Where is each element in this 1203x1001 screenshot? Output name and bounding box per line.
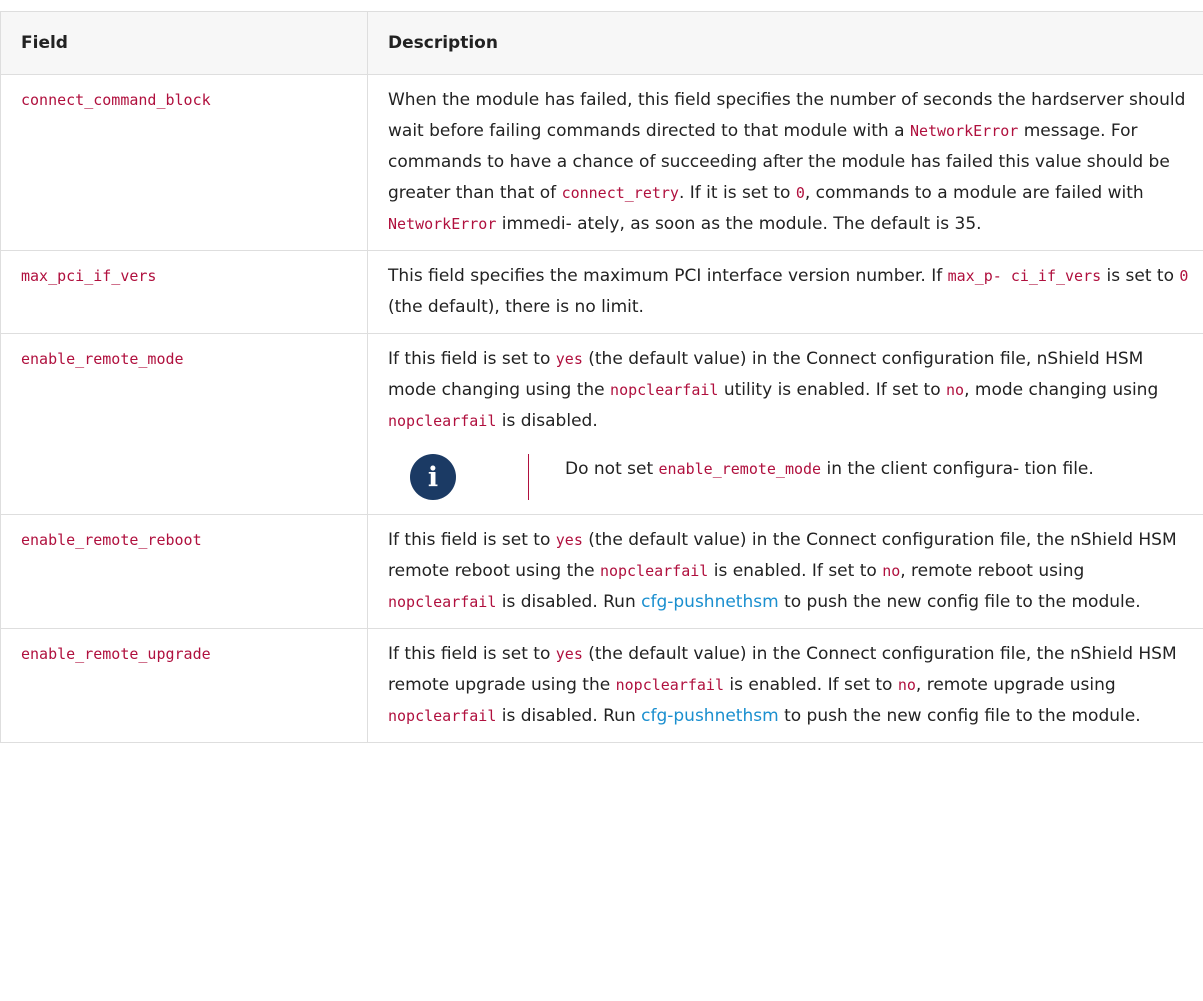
admonition-divider — [528, 454, 529, 500]
inline-code: nopclearfail — [388, 593, 497, 611]
desc-text: (the default), there is no limit. — [388, 297, 644, 317]
field-name-cell: enable_remote_reboot — [0, 514, 368, 629]
description-cell: When the module has failed, this field s… — [367, 74, 1203, 251]
inline-code: connect_retry — [561, 184, 679, 202]
table-row: enable_remote_mode If this field is set … — [0, 333, 1203, 515]
desc-text: . If it is set to — [678, 183, 796, 203]
desc-text: is enabled. If set to — [708, 561, 883, 581]
inline-code: nopclearfail — [388, 412, 497, 430]
desc-text: immedi- ately, as soon as the module. Th… — [496, 214, 982, 234]
inline-code: no — [897, 676, 916, 694]
desc-text: , remote reboot using — [900, 561, 1085, 581]
info-icon: i — [410, 454, 456, 500]
desc-text: , mode changing using — [964, 380, 1159, 400]
description-cell: If this field is set to yes (the default… — [367, 628, 1203, 743]
table-row: max_pci_if_vers This field specifies the… — [0, 250, 1203, 334]
desc-text: If this field is set to — [388, 349, 556, 369]
desc-text: utility is enabled. If set to — [718, 380, 947, 400]
field-name-cell: enable_remote_upgrade — [0, 628, 368, 743]
admonition-text: Do not set enable_remote_mode in the cli… — [565, 454, 1094, 500]
desc-text: If this field is set to — [388, 644, 556, 664]
description-cell: If this field is set to yes (the default… — [367, 514, 1203, 629]
info-admonition: i Do not set enable_remote_mode in the c… — [410, 454, 1194, 500]
desc-text: is set to — [1101, 266, 1180, 286]
field-name: enable_remote_upgrade — [21, 645, 211, 663]
inline-code: no — [882, 562, 901, 580]
inline-code: max_p- ci_if_vers — [947, 267, 1102, 285]
table-row: enable_remote_reboot If this field is se… — [0, 514, 1203, 629]
table-row: enable_remote_upgrade If this field is s… — [0, 628, 1203, 743]
inline-code: 0 — [1179, 267, 1189, 285]
desc-text: , remote upgrade using — [915, 675, 1116, 695]
table-row: connect_command_block When the module ha… — [0, 74, 1203, 251]
description-cell: This field specifies the maximum PCI int… — [367, 250, 1203, 334]
desc-text: is disabled. Run — [496, 592, 642, 612]
field-name: max_pci_if_vers — [21, 267, 157, 285]
inline-code: 0 — [795, 184, 805, 202]
field-column-header: Field — [0, 11, 368, 75]
desc-text: to push the new config file to the modul… — [778, 706, 1141, 726]
field-name: connect_command_block — [21, 91, 211, 109]
field-name: enable_remote_mode — [21, 350, 184, 368]
inline-code: NetworkError — [388, 215, 497, 233]
inline-code: nopclearfail — [610, 381, 719, 399]
desc-text: to push the new config file to the modul… — [778, 592, 1141, 612]
field-name-cell: connect_command_block — [0, 74, 368, 251]
inline-code: enable_remote_mode — [658, 460, 822, 478]
desc-text: is disabled. Run — [496, 706, 642, 726]
desc-text: If this field is set to — [388, 530, 556, 550]
desc-text: This field specifies the maximum PCI int… — [388, 266, 948, 286]
field-name: enable_remote_reboot — [21, 531, 202, 549]
desc-text: , commands to a module are failed with — [804, 183, 1144, 203]
inline-code: yes — [555, 350, 583, 368]
admonition-icon-area: i — [410, 454, 528, 500]
description-cell: If this field is set to yes (the default… — [367, 333, 1203, 515]
inline-code: yes — [555, 531, 583, 549]
inline-code: yes — [555, 645, 583, 663]
note-text: in the client configura- tion file. — [821, 459, 1094, 479]
inline-code: nopclearfail — [388, 707, 497, 725]
field-name-cell: enable_remote_mode — [0, 333, 368, 515]
config-fields-table: Field Description connect_command_block … — [0, 11, 1203, 743]
table-header-row: Field Description — [0, 11, 1203, 75]
inline-code: NetworkError — [909, 122, 1019, 140]
desc-text: is disabled. — [496, 411, 598, 431]
desc-text: is enabled. If set to — [723, 675, 898, 695]
description-column-header: Description — [367, 11, 1203, 75]
cfg-pushnethsm-link[interactable]: cfg-pushnethsm — [641, 592, 779, 612]
inline-code: no — [946, 381, 965, 399]
field-name-cell: max_pci_if_vers — [0, 250, 368, 334]
inline-code: nopclearfail — [599, 562, 709, 580]
inline-code: nopclearfail — [615, 676, 724, 694]
cfg-pushnethsm-link[interactable]: cfg-pushnethsm — [641, 706, 779, 726]
note-text: Do not set — [565, 459, 659, 479]
